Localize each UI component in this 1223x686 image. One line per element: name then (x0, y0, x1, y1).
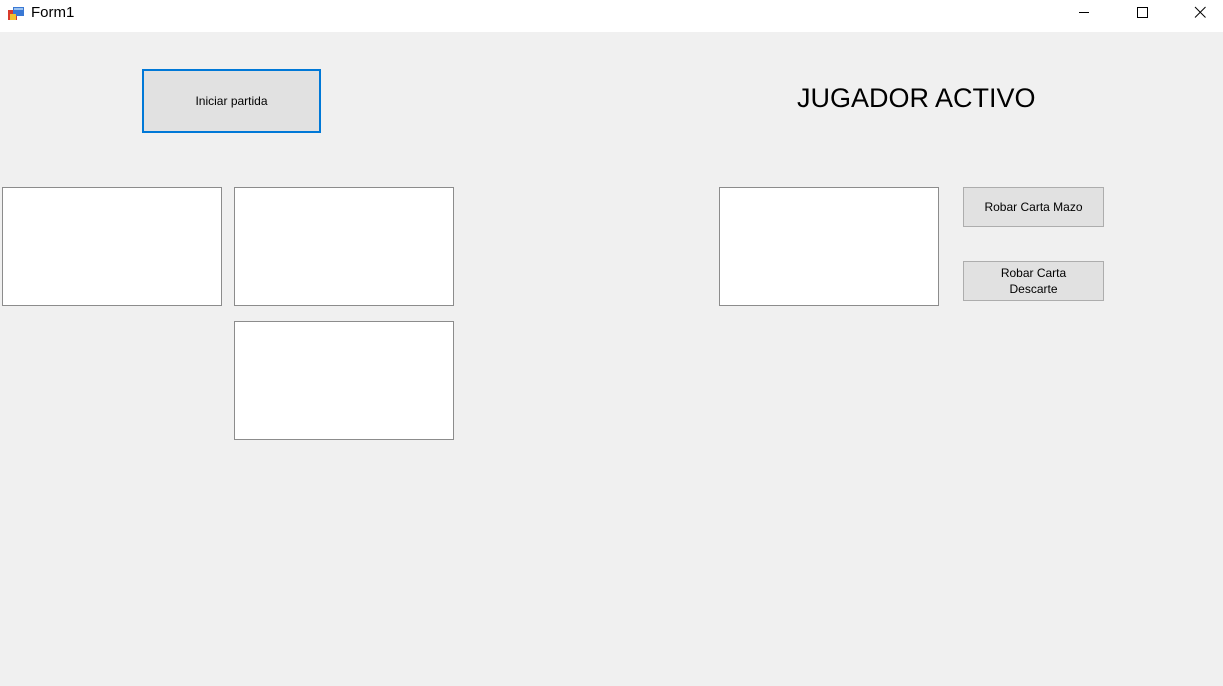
minimize-icon (1078, 5, 1090, 23)
minimize-button[interactable] (1061, 0, 1107, 28)
draw-deck-card-button[interactable]: Robar Carta Mazo (963, 187, 1104, 227)
title-bar: Form1 (0, 0, 1223, 32)
form1-window: Form1 Iniciar partida JUGADOR ACTIVO Rob… (0, 0, 1223, 686)
close-icon (1194, 5, 1206, 23)
maximize-icon (1136, 5, 1148, 23)
maximize-button[interactable] (1119, 0, 1165, 28)
start-game-button[interactable]: Iniciar partida (142, 69, 321, 133)
active-player-label: JUGADOR ACTIVO (797, 83, 1036, 113)
card-picturebox-2[interactable] (234, 187, 454, 306)
card-picturebox-1[interactable] (2, 187, 222, 306)
card-picturebox-3[interactable] (234, 321, 454, 440)
close-button[interactable] (1177, 0, 1223, 28)
active-player-card-picturebox[interactable] (719, 187, 939, 306)
draw-discard-card-button[interactable]: Robar Carta Descarte (963, 261, 1104, 301)
app-icon (8, 6, 24, 22)
window-title: Form1 (31, 4, 75, 21)
